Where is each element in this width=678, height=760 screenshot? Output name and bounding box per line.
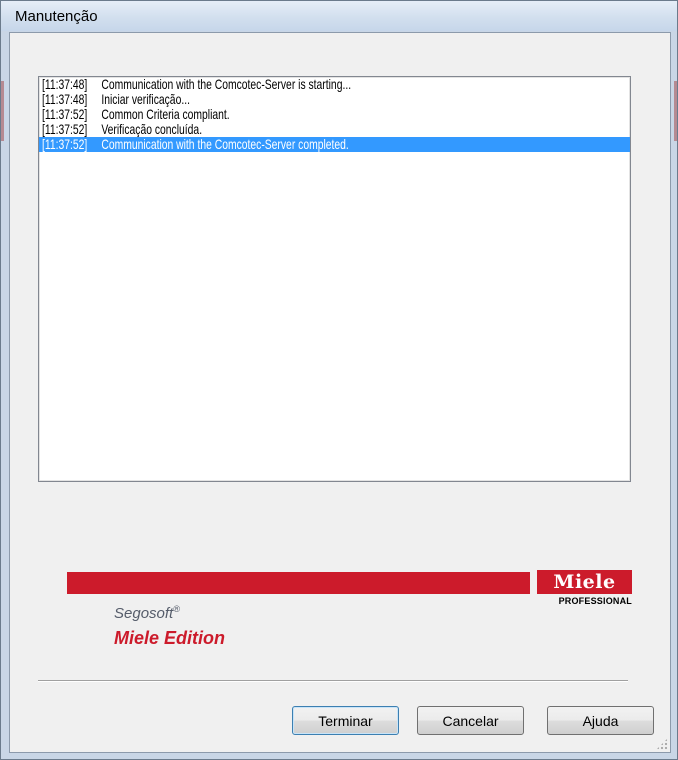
registered-mark: ®	[173, 604, 180, 614]
log-message: Iniciar verificação...	[101, 91, 190, 107]
separator	[38, 680, 628, 682]
log-time: [11:37:48]	[42, 91, 88, 107]
window-frame-accent	[1, 81, 4, 141]
finish-button[interactable]: Terminar	[292, 706, 399, 735]
log-message: Verificação concluída.	[101, 121, 203, 137]
log-message: Communication with the Comcotec-Server i…	[101, 76, 352, 92]
miele-professional-label: PROFESSIONAL	[558, 596, 632, 606]
log-list[interactable]: [11:37:48] Communication with the Comcot…	[38, 76, 631, 482]
resize-grip-icon[interactable]	[656, 738, 668, 750]
log-entry[interactable]: [11:37:48] Communication with the Comcot…	[39, 77, 630, 92]
maintenance-dialog: Manutenção [11:37:48] Communication with…	[0, 0, 678, 760]
log-time: [11:37:52]	[42, 136, 88, 152]
edition-label: Miele Edition	[114, 628, 226, 648]
product-name-text: Segosoft	[114, 605, 174, 622]
dialog-body: [11:37:48] Communication with the Comcot…	[9, 32, 671, 753]
log-entry[interactable]: [11:37:52] Common Criteria compliant.	[39, 107, 630, 122]
log-time: [11:37:52]	[42, 106, 88, 122]
log-entry[interactable]: [11:37:48] Iniciar verificação...	[39, 92, 630, 107]
product-name: Segosoft®	[114, 604, 180, 622]
title-bar[interactable]: Manutenção	[1, 1, 677, 31]
log-message: Common Criteria compliant.	[101, 106, 230, 122]
log-entry-selected[interactable]: [11:37:52] Communication with the Comcot…	[39, 137, 630, 152]
window-title: Manutenção	[15, 8, 98, 25]
window-frame-accent	[674, 81, 677, 141]
log-time: [11:37:52]	[42, 121, 88, 137]
help-button[interactable]: Ajuda	[547, 706, 654, 735]
miele-logo: Miele	[537, 570, 632, 594]
log-message: Communication with the Comcotec-Server c…	[101, 136, 349, 152]
cancel-button[interactable]: Cancelar	[417, 706, 524, 735]
log-entry[interactable]: [11:37:52] Verificação concluída.	[39, 122, 630, 137]
brand-banner-bar	[67, 572, 530, 594]
log-time: [11:37:48]	[42, 76, 88, 92]
